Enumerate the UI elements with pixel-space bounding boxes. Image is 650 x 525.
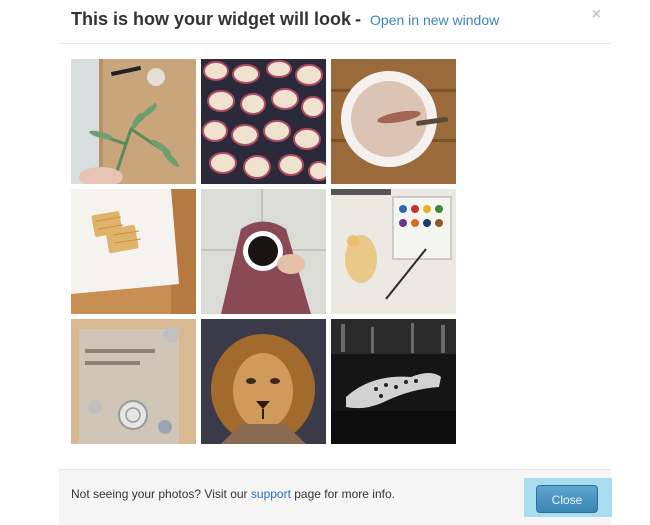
- close-button[interactable]: Close: [536, 485, 598, 513]
- modal-title: This is how your widget will look - Open …: [71, 9, 499, 30]
- modal-footer: Not seeing your photos? Visit our suppor…: [59, 469, 612, 525]
- widget-preview-modal: This is how your widget will look - Open …: [59, 0, 612, 525]
- title-separator: -: [355, 9, 362, 29]
- photo-waffles[interactable]: [71, 189, 196, 314]
- photo-plant[interactable]: [71, 59, 196, 184]
- close-button-highlight: Close: [524, 478, 612, 517]
- photo-coffee[interactable]: [201, 189, 326, 314]
- photo-leopard[interactable]: [331, 319, 456, 444]
- photo-crochet[interactable]: [71, 319, 196, 444]
- photo-cocoa[interactable]: [331, 59, 456, 184]
- footer-help-text: Not seeing your photos? Visit our suppor…: [71, 487, 395, 501]
- close-icon[interactable]: ×: [592, 7, 601, 23]
- title-text: This is how your widget will look: [71, 9, 352, 29]
- modal-header: This is how your widget will look - Open …: [59, 0, 611, 44]
- open-new-window-link[interactable]: Open in new window: [370, 12, 499, 28]
- photo-lion[interactable]: [201, 319, 326, 444]
- footer-text-before: Not seeing your photos? Visit our: [71, 487, 251, 501]
- photo-watercolor[interactable]: [331, 189, 456, 314]
- photo-potatoes[interactable]: [201, 59, 326, 184]
- support-link[interactable]: support: [251, 487, 291, 501]
- footer-text-after: page for more info.: [290, 487, 395, 501]
